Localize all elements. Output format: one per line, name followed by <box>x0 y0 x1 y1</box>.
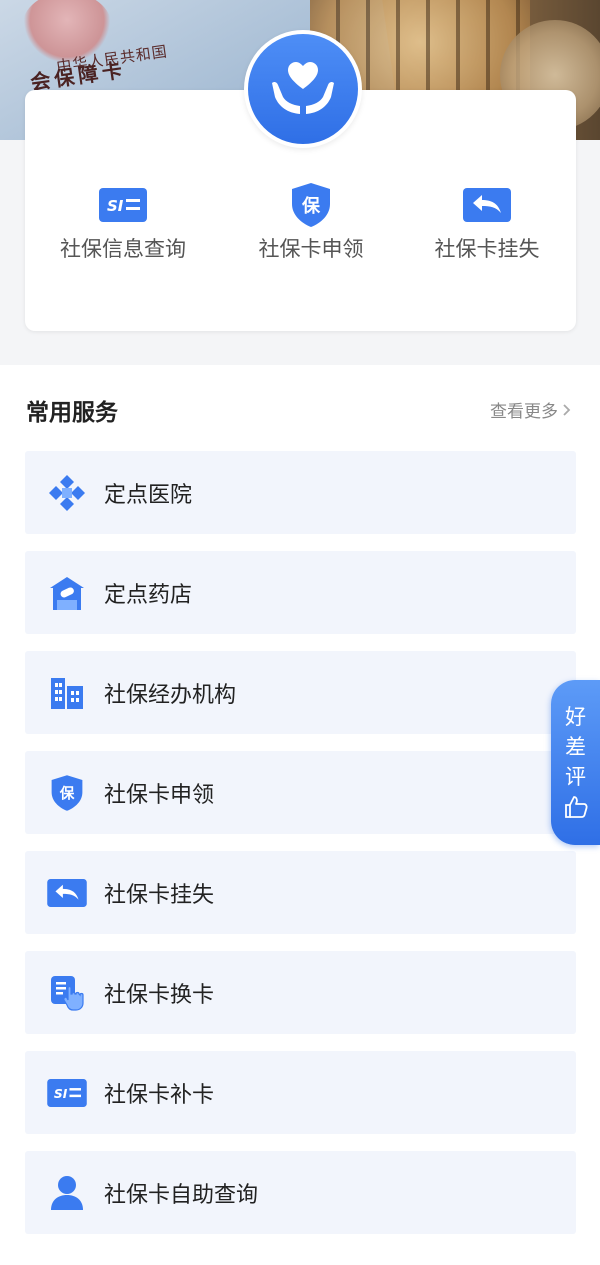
section-title: 常用服务 <box>26 400 118 426</box>
service-item-report-loss[interactable]: 社保卡挂失 <box>25 851 576 934</box>
service-label: 社保卡申领 <box>104 782 215 808</box>
thumb-up-icon <box>564 796 588 818</box>
quick-action-label: 社保卡挂失 <box>434 237 540 261</box>
si-card-icon: SI <box>45 1071 89 1115</box>
service-label: 定点药店 <box>104 582 193 608</box>
svg-text:SI: SI <box>107 197 124 215</box>
quick-action-label: 社保信息查询 <box>60 237 186 261</box>
building-icon <box>45 671 89 715</box>
service-item-hospital[interactable]: 定点医院 <box>25 451 576 534</box>
heart-hands-icon <box>272 62 334 114</box>
quick-action-card-report-loss[interactable]: 社保卡挂失 <box>397 185 577 275</box>
feedback-char: 差 <box>565 735 586 759</box>
return-arrow-icon <box>45 871 89 915</box>
service-item-card-replace[interactable]: 社保卡换卡 <box>25 951 576 1034</box>
service-label: 社保卡补卡 <box>104 1082 215 1108</box>
app-logo <box>244 30 362 148</box>
service-item-card-apply[interactable]: 保 社保卡申领 <box>25 751 576 834</box>
shield-char: 保 <box>59 784 75 802</box>
quick-action-label: 社保卡申领 <box>258 237 364 261</box>
pharmacy-icon <box>45 571 89 615</box>
feedback-char: 好 <box>565 705 586 729</box>
feedback-float-button[interactable]: 好 差 评 <box>551 680 600 845</box>
svg-text:SI: SI <box>54 1086 68 1100</box>
quick-action-card-apply[interactable]: 保 社保卡申领 <box>221 183 401 275</box>
service-item-card-reissue[interactable]: SI 社保卡补卡 <box>25 1051 576 1134</box>
view-more-label: 查看更多 <box>490 402 558 422</box>
shield-bao-icon: 保 <box>285 183 337 227</box>
hospital-cross-icon <box>45 471 89 515</box>
shield-bao-icon: 保 <box>45 771 89 815</box>
service-label: 社保卡自助查询 <box>104 1182 259 1208</box>
chevron-right-icon <box>563 403 571 416</box>
shield-char: 保 <box>301 195 321 217</box>
return-arrow-icon <box>461 185 513 225</box>
service-item-agency[interactable]: 社保经办机构 <box>25 651 576 734</box>
feedback-char: 评 <box>565 765 586 789</box>
service-label: 定点医院 <box>104 482 193 508</box>
si-card-icon: SI <box>97 185 149 225</box>
quick-action-info-query[interactable]: SI 社保信息查询 <box>33 185 213 275</box>
card-hand-icon <box>45 971 89 1015</box>
service-label: 社保卡挂失 <box>104 882 215 908</box>
view-more-link[interactable]: 查看更多 <box>490 397 572 422</box>
person-icon <box>45 1171 89 1215</box>
service-item-self-query[interactable]: 社保卡自助查询 <box>25 1151 576 1234</box>
service-item-pharmacy[interactable]: 定点药店 <box>25 551 576 634</box>
service-label: 社保经办机构 <box>104 682 237 708</box>
service-label: 社保卡换卡 <box>104 982 215 1008</box>
